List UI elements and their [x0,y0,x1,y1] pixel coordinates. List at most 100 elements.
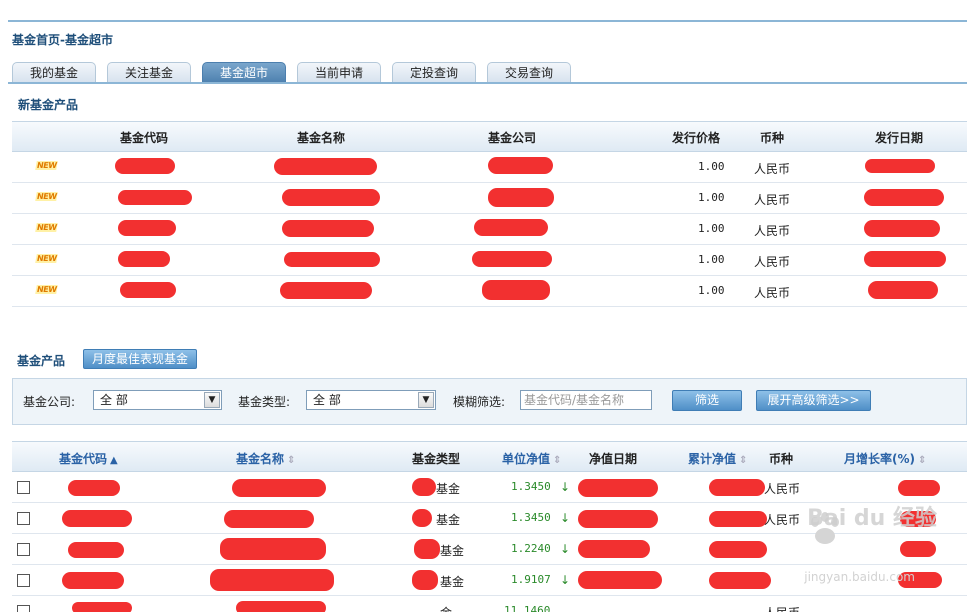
col-label: 基金代码 [59,452,108,466]
tab-fund-market[interactable]: 基金超市 [202,62,286,83]
currency: 人民币 [754,286,791,300]
redacted-type [412,478,436,496]
col-cumulative-nav-sort[interactable]: 累计净值 ⇕ [688,450,747,467]
redacted-date [578,571,662,589]
redacted-type [414,539,440,559]
currency: 人民币 [754,224,791,238]
fund-row[interactable]: 金 11.1460 人民币 [12,596,967,612]
redacted-company [472,251,552,267]
col-fund-company: 基金公司 [488,131,537,145]
tab-current-requests[interactable]: 当前申请 [297,62,381,83]
tab-divider [8,82,967,84]
new-badge: NEW [35,192,59,201]
redacted-code [118,190,192,205]
col-issue-date: 发行日期 [875,131,924,145]
redacted-cumulative [709,479,765,496]
redacted-cumulative [709,511,767,527]
currency: 人民币 [754,162,791,176]
currency: 人民币 [764,482,801,496]
redacted-type [412,509,432,527]
new-product-row[interactable]: NEW 1.00 人民币 [12,214,967,245]
col-currency: 币种 [760,131,785,145]
col-unit-nav-sort[interactable]: 单位净值 ⇕ [502,450,561,467]
sort-icon: ⇕ [918,455,927,466]
unit-nav: 11.1460 [504,604,551,612]
redacted-name [274,158,377,175]
new-products-title: 新基金产品 [18,98,79,112]
tab-watched-funds[interactable]: 关注基金 [107,62,191,83]
chevron-down-icon: ▼ [418,392,434,408]
chevron-down-icon: ▼ [204,392,220,408]
tab-transaction-query[interactable]: 交易查询 [487,62,571,83]
col-label: 累计净值 [688,452,737,466]
advanced-filter-button[interactable]: 展开高级筛选>> [756,390,871,411]
col-fund-name-sort[interactable]: 基金名称 ⇕ [236,450,295,467]
new-product-row[interactable]: NEW 1.00 人民币 [12,152,967,183]
company-select-value: 全 部 [100,393,128,407]
redacted-name [232,479,326,497]
filter-bar: 基金公司: 全 部 ▼ 基金类型: 全 部 ▼ 模糊筛选: 基金代码/基金名称 … [12,378,967,425]
redacted-company [488,188,554,207]
currency: 人民币 [754,255,791,269]
company-select[interactable]: 全 部 ▼ [93,390,222,410]
redacted-cumulative [709,541,767,558]
row-checkbox[interactable] [17,605,30,612]
new-badge: NEW [35,223,59,232]
new-product-row[interactable]: NEW 1.00 人民币 [12,245,967,276]
col-monthly-growth-sort[interactable]: 月增长率(%) ⇕ [844,450,926,467]
tab-sip-query[interactable]: 定投查询 [392,62,476,83]
fund-type: 金 [440,604,452,612]
redacted-cumulative [709,572,771,589]
top-divider [8,20,967,22]
col-label: 基金名称 [236,452,285,466]
col-fund-name: 基金名称 [297,131,346,145]
sort-asc-icon: ▲ [110,455,118,466]
company-label: 基金公司: [23,395,76,409]
issue-price: 1.00 [698,160,725,173]
col-currency: 币种 [769,452,794,466]
redacted-date [864,189,944,206]
fund-row[interactable]: 基金 1.3450 ↓ 人民币 [12,472,967,503]
redacted-date [578,540,650,558]
unit-nav: 1.3450 [511,480,551,493]
redacted-date [864,220,940,237]
new-product-row[interactable]: NEW 1.00 人民币 [12,183,967,214]
sort-icon: ⇕ [553,455,562,466]
row-checkbox[interactable] [17,512,30,525]
new-badge: NEW [35,161,59,170]
redacted-growth [898,480,940,496]
col-issue-price: 发行价格 [672,131,721,145]
redacted-growth [900,541,936,557]
issue-price: 1.00 [698,253,725,266]
redacted-name [282,189,380,206]
unit-nav: 1.2240 [511,542,551,555]
monthly-best-button[interactable]: 月度最佳表现基金 [83,349,197,369]
redacted-name [224,510,314,528]
row-checkbox[interactable] [17,543,30,556]
redacted-code [115,158,175,174]
issue-price: 1.00 [698,284,725,297]
filter-button[interactable]: 筛选 [672,390,742,411]
col-label: 月增长率(%) [844,452,915,466]
redacted-type [412,570,438,590]
redacted-name [236,601,326,612]
baidu-watermark-url: jingyan.baidu.com [804,570,915,584]
down-arrow-icon: ↓ [560,573,571,587]
tab-my-funds[interactable]: 我的基金 [12,62,96,83]
redacted-name [220,538,326,560]
breadcrumb: 基金首页-基金超市 [12,33,113,47]
redacted-company [474,219,548,236]
down-arrow-icon: ↓ [560,511,571,525]
col-fund-code: 基金代码 [120,131,169,145]
type-select[interactable]: 全 部 ▼ [306,390,436,410]
new-product-row[interactable]: NEW 1.00 人民币 [12,276,967,307]
row-checkbox[interactable] [17,481,30,494]
redacted-code [62,510,132,527]
col-fund-code-sort[interactable]: 基金代码 ▲ [59,450,118,467]
redacted-code [118,251,170,267]
row-checkbox[interactable] [17,574,30,587]
col-label: 单位净值 [502,452,551,466]
new-products-header: 基金代码 基金名称 基金公司 发行价格 币种 发行日期 [12,121,967,152]
fuzzy-search-input[interactable]: 基金代码/基金名称 [520,390,652,410]
fund-type: 基金 [440,544,465,558]
